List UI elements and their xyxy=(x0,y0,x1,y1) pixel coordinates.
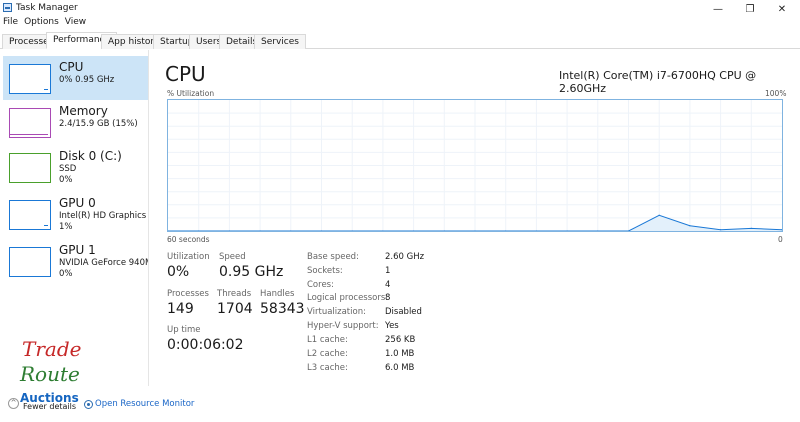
base-speed-label: Base speed: xyxy=(307,252,359,262)
sockets-label: Sockets: xyxy=(307,266,343,276)
logo-text-route: Route xyxy=(19,362,80,386)
processes-value: 149 xyxy=(167,301,194,317)
menu-options[interactable]: Options xyxy=(24,17,59,30)
close-button[interactable]: ✕ xyxy=(762,0,800,18)
sidebar-item-gpu-0[interactable]: GPU 0 Intel(R) HD Graphics 530 1% xyxy=(3,192,148,236)
processes-label: Processes xyxy=(167,289,209,299)
logical-processors-label: Logical processors: xyxy=(307,293,389,303)
sidebar-item-disk[interactable]: Disk 0 (C:) SSD 0% xyxy=(3,145,148,189)
page-title: CPU xyxy=(165,62,206,86)
virtualization-label: Virtualization: xyxy=(307,307,366,317)
speed-value: 0.95 GHz xyxy=(219,264,284,280)
resource-monitor-icon[interactable] xyxy=(84,400,93,409)
gpu-0-thumbnail xyxy=(9,200,51,230)
cpu-usage-point xyxy=(658,214,660,216)
cores-label: Cores: xyxy=(307,280,334,290)
tab-strip: Processes Performance App history Startu… xyxy=(0,32,800,49)
cpu-model-name: Intel(R) Core(TM) i7-6700HQ CPU @ 2.60GH… xyxy=(559,69,757,95)
cpu-utilization-graph xyxy=(167,99,783,232)
window-title: Task Manager xyxy=(16,3,78,13)
utilization-value: 0% xyxy=(167,264,190,280)
cpu-usage-point xyxy=(689,225,691,227)
logo-text-trade: Trade xyxy=(22,337,81,361)
tab-services[interactable]: Services xyxy=(254,34,306,49)
cpu-chart-svg xyxy=(167,100,783,232)
hyper-v-label: Hyper-V support: xyxy=(307,321,379,331)
sidebar-item-memory[interactable]: Memory 2.4/15.9 GB (15%) xyxy=(3,100,148,144)
sidebar-item-detail: 2.4/15.9 GB (15%) xyxy=(59,119,138,129)
disk-thumbnail xyxy=(9,153,51,183)
menu-bar: File Options View xyxy=(0,17,86,30)
l3-cache-label: L3 cache: xyxy=(307,363,348,373)
sidebar-item-detail-2: 0% xyxy=(59,269,73,279)
l1-cache-label: L1 cache: xyxy=(307,335,348,345)
cpu-usage-point xyxy=(720,229,722,231)
task-manager-icon xyxy=(3,3,12,12)
menu-view[interactable]: View xyxy=(65,17,86,30)
sidebar-item-detail: NVIDIA GeForce 940MX xyxy=(59,258,148,268)
sidebar-item-detail-2: 0% xyxy=(59,175,73,185)
sockets-value: 1 xyxy=(385,266,391,276)
fewer-details-button[interactable]: Fewer details xyxy=(23,402,76,411)
l2-cache-label: L2 cache: xyxy=(307,349,348,359)
l3-cache-value: 6.0 MB xyxy=(385,363,415,373)
sidebar-item-title: GPU 0 xyxy=(59,196,96,210)
sidebar-item-title: Memory xyxy=(59,104,108,118)
sidebar-item-detail: 0% 0.95 GHz xyxy=(59,75,115,85)
cpu-usage-point xyxy=(750,227,752,229)
threads-value: 1704 xyxy=(217,301,253,317)
threads-label: Threads xyxy=(217,289,252,299)
graph-x-label-left: 60 seconds xyxy=(167,235,210,244)
handles-value: 58343 xyxy=(260,301,305,317)
virtualization-value: Disabled xyxy=(385,307,422,317)
graph-y-max-label: 100% xyxy=(765,89,787,98)
sidebar-item-title: CPU xyxy=(59,60,84,74)
speed-label: Speed xyxy=(219,252,246,262)
chevron-up-icon[interactable]: ^ xyxy=(8,398,19,409)
sidebar-item-detail: Intel(R) HD Graphics 530 xyxy=(59,211,148,221)
l1-cache-value: 256 KB xyxy=(385,335,416,345)
footer: ^ Fewer details Open Resource Monitor xyxy=(0,395,800,417)
sidebar-item-detail: SSD xyxy=(59,164,77,174)
sidebar-item-detail-2: 1% xyxy=(59,222,73,232)
uptime-label: Up time xyxy=(167,325,201,335)
cpu-thumbnail xyxy=(9,64,51,94)
logical-processors-value: 8 xyxy=(385,293,391,303)
handles-label: Handles xyxy=(260,289,295,299)
sidebar-item-title: GPU 1 xyxy=(59,243,96,257)
graph-y-label: % Utilization xyxy=(167,89,215,98)
graph-x-label-right: 0 xyxy=(778,235,783,244)
menu-file[interactable]: File xyxy=(3,17,18,30)
memory-thumbnail xyxy=(9,108,51,138)
sidebar-item-title: Disk 0 (C:) xyxy=(59,149,122,163)
utilization-label: Utilization xyxy=(167,252,210,262)
title-bar: Task Manager — ❐ ✕ xyxy=(0,0,800,18)
cpu-usage-point xyxy=(167,230,169,232)
sidebar-item-cpu[interactable]: CPU 0% 0.95 GHz xyxy=(3,56,148,100)
cores-value: 4 xyxy=(385,280,391,290)
l2-cache-value: 1.0 MB xyxy=(385,349,415,359)
base-speed-value: 2.60 GHz xyxy=(385,252,425,262)
uptime-value: 0:00:06:02 xyxy=(167,337,244,353)
gpu-1-thumbnail xyxy=(9,247,51,277)
open-resource-monitor-link[interactable]: Open Resource Monitor xyxy=(95,399,194,409)
sidebar-item-gpu-1[interactable]: GPU 1 NVIDIA GeForce 940MX 0% xyxy=(3,239,148,283)
hyper-v-value: Yes xyxy=(385,321,399,331)
